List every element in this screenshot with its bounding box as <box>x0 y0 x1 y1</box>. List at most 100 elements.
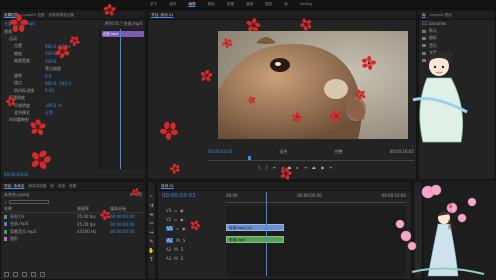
effect-property-value[interactable]: 正常 <box>45 110 53 116</box>
new-bin-icon[interactable] <box>22 272 27 277</box>
hand-tool-icon[interactable]: ✋ <box>148 248 154 254</box>
tab-effects[interactable]: 效果 <box>69 184 76 189</box>
monitor-timecode-left[interactable]: 00:00:03:03 <box>208 149 232 154</box>
library-header-label[interactable]: CC Libraries <box>422 21 446 26</box>
sequence-label[interactable]: 序列 01 * 仓鼠.mp4 <box>105 21 142 27</box>
project-search-input[interactable] <box>9 200 50 205</box>
tab-library[interactable]: 库 <box>50 184 54 189</box>
effect-property-value-2[interactable]: 540.0 <box>59 81 70 86</box>
effect-property-row[interactable]: 等比缩放 <box>1 65 99 72</box>
tab-program-monitor[interactable]: 节目: 序列 01 <box>151 13 173 18</box>
track-header-v3[interactable]: V3 ▫ ◉ <box>166 206 184 214</box>
go-to-in-icon[interactable]: ⇤ <box>273 165 276 170</box>
lock-icon[interactable]: ▫ <box>174 217 177 222</box>
effect-property-value[interactable]: 100.0 % <box>45 103 62 108</box>
tab-libraries[interactable]: 库 <box>422 13 426 18</box>
monitor-scrub-bar[interactable] <box>208 156 414 161</box>
ec-playhead[interactable] <box>120 29 121 169</box>
step-back-icon[interactable]: ◂ <box>281 165 283 170</box>
timeline-playhead[interactable] <box>266 192 267 276</box>
workspace-tab-audio[interactable]: 音频 <box>246 2 253 7</box>
library-item[interactable]: 默认 <box>419 27 495 34</box>
effect-property-row[interactable]: 锚点 960.0 540.0 <box>1 80 99 87</box>
tab-lumetri-scopes[interactable]: Lumetri 范围 <box>22 13 44 18</box>
effect-property-value-2[interactable]: 540.0 <box>59 44 70 49</box>
mark-in-icon[interactable]: { <box>258 165 261 170</box>
clip-a1[interactable]: 仓鼠.mp4 <box>226 236 284 243</box>
effect-property-row[interactable]: 旋转 0.0 <box>1 72 99 79</box>
solo-icon[interactable]: S <box>181 247 184 252</box>
workspace-tab-effects[interactable]: 效果 <box>227 2 234 7</box>
ec-clip-bar[interactable]: 仓鼠.mp4 <box>102 31 144 37</box>
effect-property-row[interactable]: 位置 960.0 540.0 <box>1 43 99 50</box>
workspace-tab-edit[interactable]: 编辑 <box>188 2 195 7</box>
effect-property-row[interactable]: 不透明度 100.0 % <box>1 102 99 109</box>
pen-tool-icon[interactable]: ✎ <box>149 239 153 245</box>
effect-property-row[interactable]: 时间重映射 <box>1 117 99 124</box>
fit-dropdown[interactable]: 适合 <box>279 149 287 155</box>
effect-property-value[interactable]: 960.0 <box>45 44 56 49</box>
new-item-icon[interactable] <box>31 272 36 277</box>
col-name[interactable]: 名称 <box>4 206 74 212</box>
project-item-row[interactable]: 序列 01 25.00 fps 00:00:00:00 <box>1 213 145 220</box>
lock-icon[interactable]: ▫ <box>174 208 177 213</box>
slip-tool-icon[interactable]: ↔ <box>149 230 153 236</box>
tab-lumetri-color[interactable]: Lumetri 颜色 <box>430 13 452 18</box>
timeline-timecode[interactable]: 00:00:03:03 <box>162 193 196 199</box>
play-icon[interactable]: ▶ <box>288 165 291 170</box>
track-select-tool-icon[interactable]: ⇉ <box>149 203 153 209</box>
track-header-v1[interactable]: V1 ▫ ◉ <box>166 224 186 232</box>
go-to-out-icon[interactable]: ⇥ <box>304 165 307 170</box>
ripple-edit-tool-icon[interactable]: ⇹ <box>149 212 153 218</box>
project-item-row[interactable]: 仓鼠.mp4 25.00 fps 00:00:00:00 <box>1 221 145 228</box>
workspace-tab-color[interactable]: 颜色 <box>208 2 215 7</box>
step-forward-icon[interactable]: ▸ <box>297 165 299 170</box>
mark-out-icon[interactable]: } <box>266 165 269 170</box>
track-header-v2[interactable]: V2 ▫ ◉ <box>166 215 184 223</box>
mute-icon[interactable]: M <box>174 247 177 252</box>
track-header-a1[interactable]: A1 M S <box>166 236 185 244</box>
track-header-a3[interactable]: A3 M S <box>166 254 183 262</box>
timeline-ruler[interactable]: 00:00 00:00:05:00 00:00:10:00 <box>226 193 406 203</box>
delete-icon[interactable] <box>40 272 45 277</box>
effect-property-value[interactable]: 0.00 <box>45 88 54 93</box>
workspace-tab-editing[interactable]: Editing <box>300 2 313 7</box>
eye-icon[interactable]: ◉ <box>182 226 186 231</box>
workspace-tab-libraries[interactable]: 库 <box>284 2 288 7</box>
workspace-tab-graphics[interactable]: 图形 <box>265 2 272 7</box>
effect-property-row[interactable]: 混合模式 正常 <box>1 109 99 116</box>
tab-audio-mixer[interactable]: 音频剪辑混合器 <box>49 13 74 18</box>
tab-effect-controls[interactable]: 效果控件 <box>4 13 18 18</box>
effect-property-value[interactable]: 960.0 <box>45 81 56 86</box>
tab-project[interactable]: 项目: 未命名 <box>4 184 24 189</box>
project-item-row[interactable]: 图形 <box>1 235 145 242</box>
lock-icon[interactable]: ▫ <box>176 226 179 231</box>
effect-property-row[interactable]: 缩放 100.0 <box>1 50 99 57</box>
razor-tool-icon[interactable]: ✂ <box>149 221 153 227</box>
effect-property-row[interactable]: 缩放宽度 100.0 <box>1 58 99 65</box>
effect-property-value[interactable]: 100.0 <box>45 51 56 56</box>
tab-info[interactable]: 信息 <box>58 184 65 189</box>
tab-media-browser[interactable]: 媒体浏览器 <box>28 184 46 189</box>
list-view-icon[interactable] <box>4 272 9 277</box>
quality-dropdown[interactable]: 完整 <box>335 149 343 155</box>
mute-icon[interactable]: M <box>176 238 179 243</box>
icon-view-icon[interactable] <box>13 272 18 277</box>
solo-icon[interactable]: S <box>181 256 184 261</box>
track-area[interactable]: 仓鼠.mp4 [V] 仓鼠.mp4 <box>226 192 406 276</box>
tab-timeline-sequence[interactable]: 序列 01 <box>161 184 174 189</box>
lift-icon[interactable]: ⏏ <box>312 165 316 170</box>
effect-property-row[interactable]: 不透明度 <box>1 95 99 102</box>
effect-property-row[interactable]: 视频 <box>1 28 99 35</box>
workspace-tab-assembly[interactable]: 组件 <box>169 2 176 7</box>
clip-v1[interactable]: 仓鼠.mp4 [V] <box>226 224 284 231</box>
effect-property-row[interactable]: 防闪烁滤镜 0.00 <box>1 87 99 94</box>
type-tool-icon[interactable]: T <box>150 257 153 263</box>
project-search-icon[interactable]: ⌕ <box>4 200 6 205</box>
eye-icon[interactable]: ◉ <box>180 208 184 213</box>
col-start[interactable]: 媒体开始 <box>110 206 126 212</box>
mute-icon[interactable]: M <box>174 256 177 261</box>
monitor-playhead[interactable] <box>248 156 251 160</box>
effect-property-value[interactable]: 0.0 <box>45 74 51 79</box>
project-item-row[interactable]: 背景音乐.mp3 44100 Hz 00:00:00:00 <box>1 228 145 235</box>
